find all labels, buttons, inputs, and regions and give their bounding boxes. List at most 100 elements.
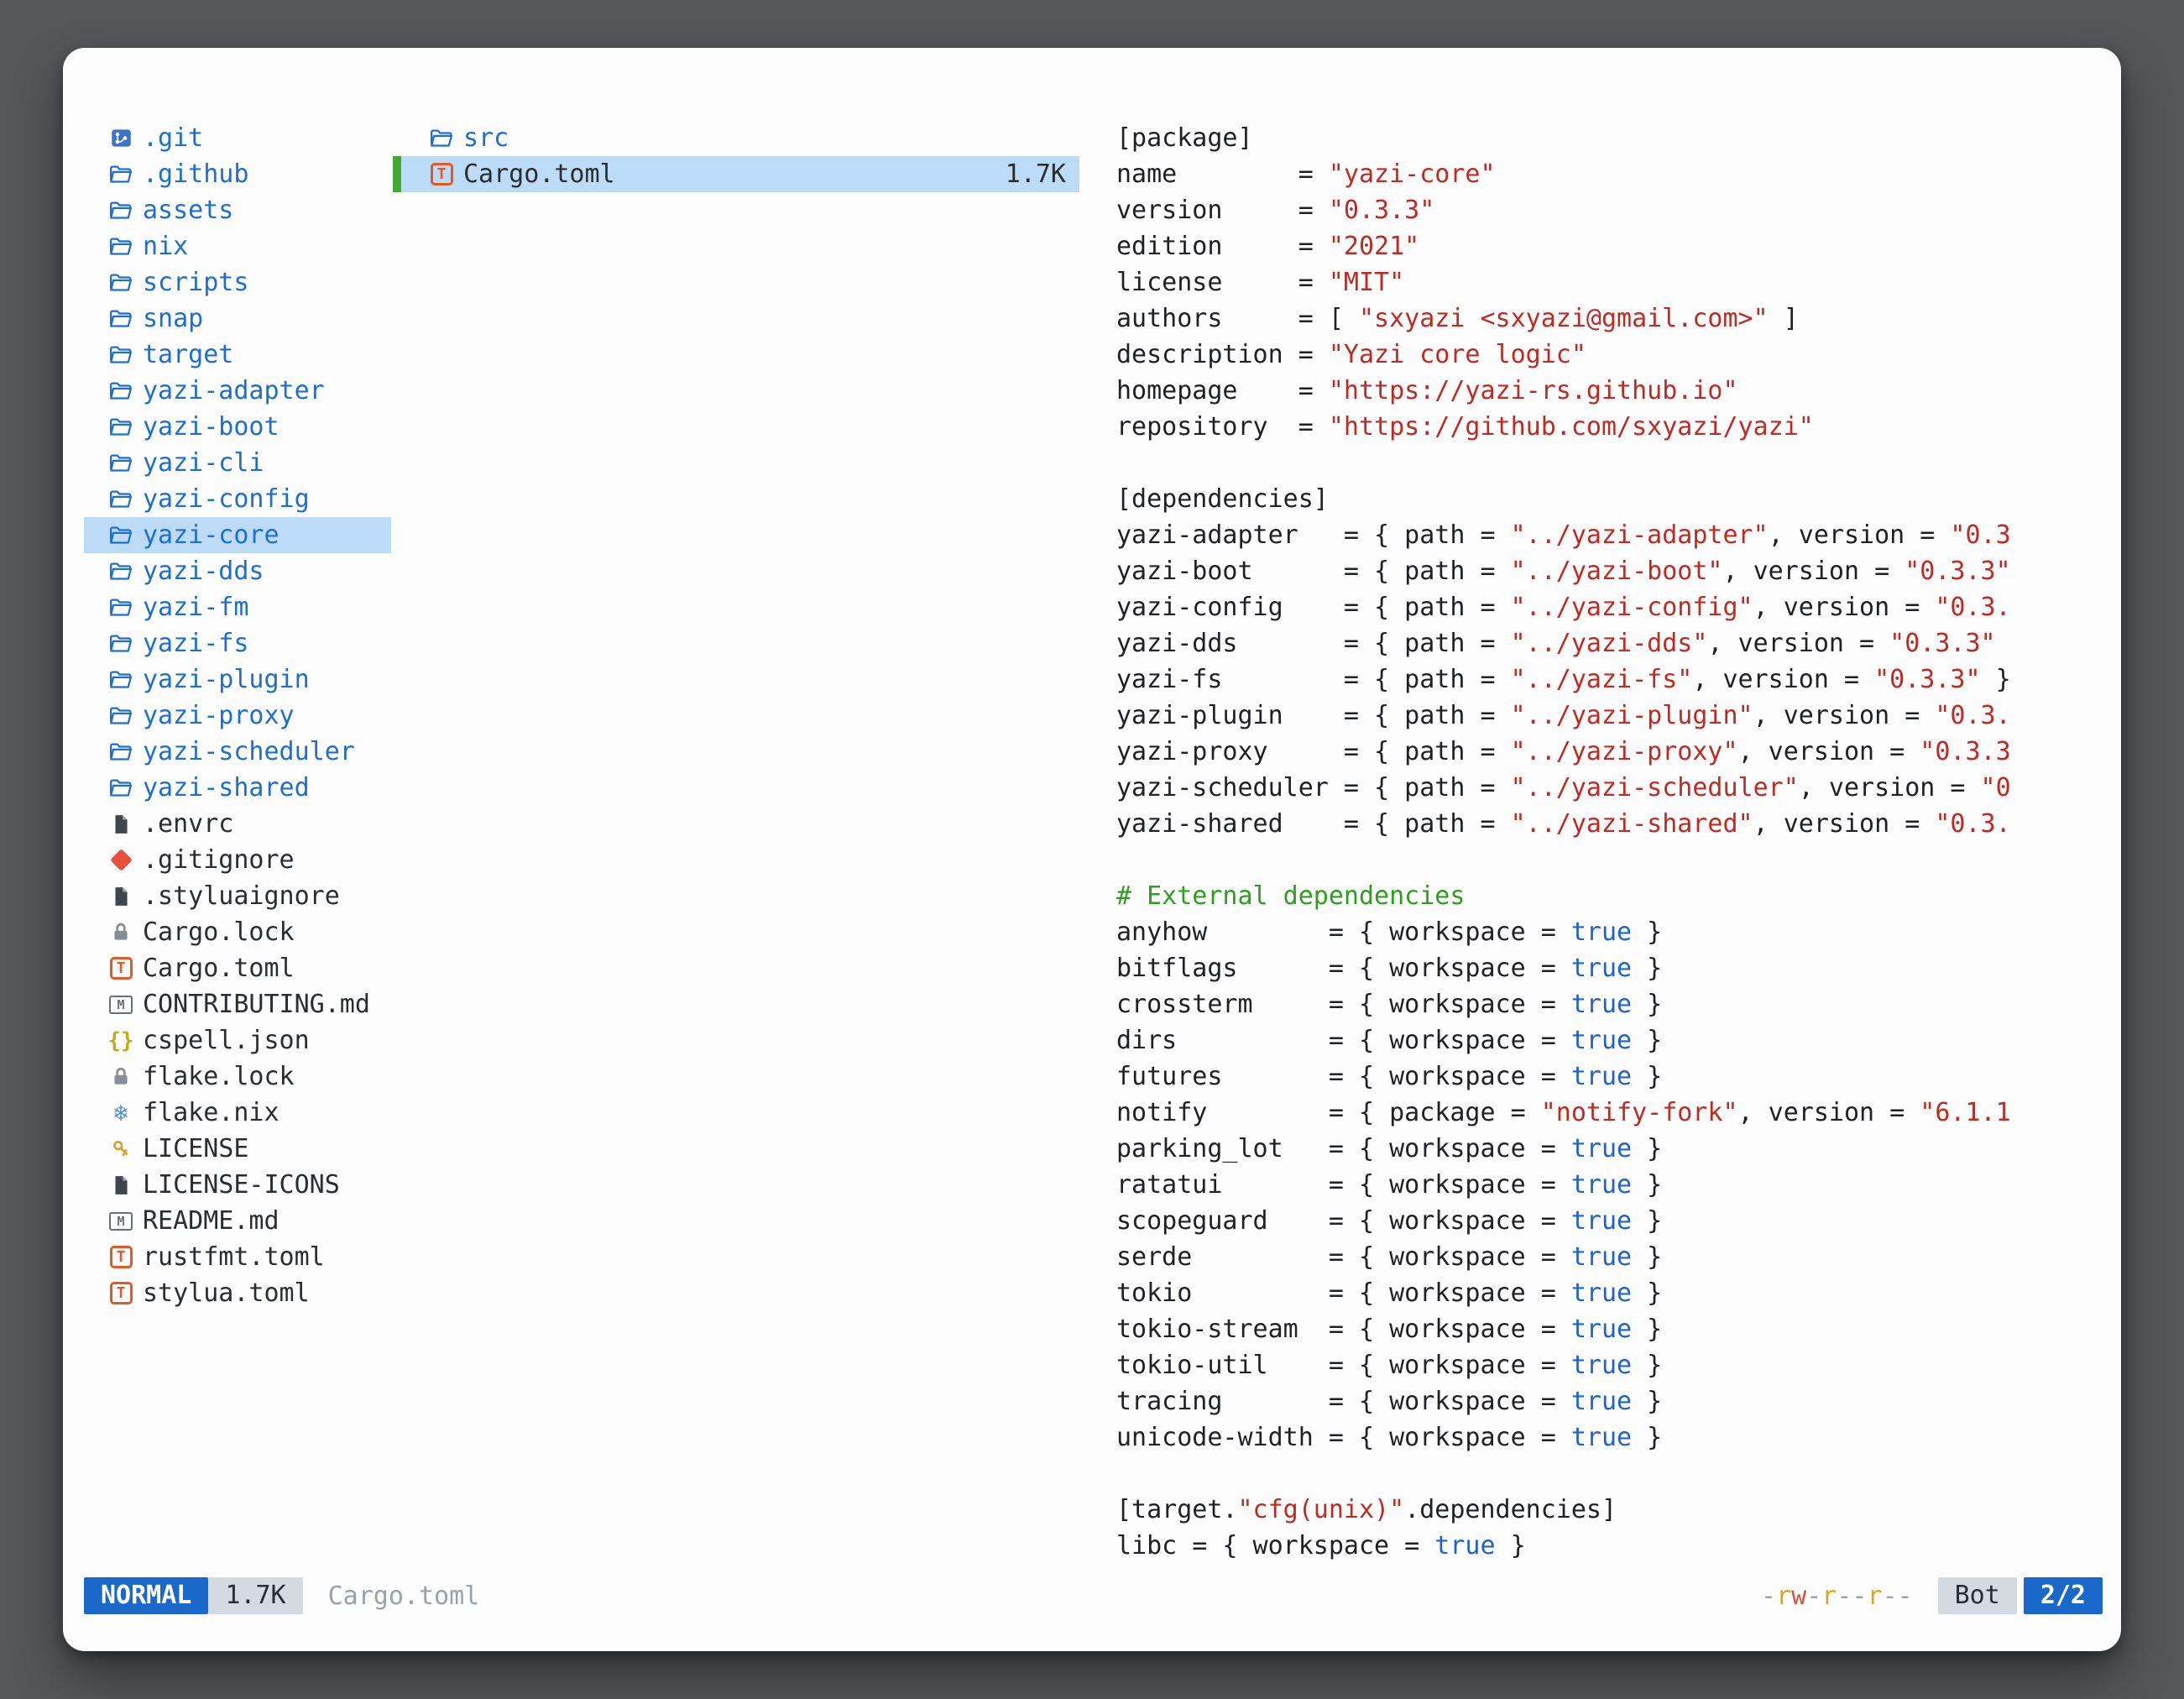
preview-line: anyhow = { workspace = true } [1116,914,2108,950]
current-pane[interactable]: srcTCargo.toml1.7K [393,120,1079,192]
file-item-readme-md[interactable]: M README.md [84,1203,391,1239]
dir-item-github[interactable]: .github [84,156,391,192]
item-label: stylua.toml [143,1278,310,1308]
item-label: README.md [143,1206,280,1236]
preview-pane[interactable]: [package]name = "yazi-core"version = "0.… [1116,120,2108,1572]
dir-item-nix[interactable]: nix [84,228,391,264]
dir-item-target[interactable]: target [84,337,391,373]
preview-line: yazi-dds = { path = "../yazi-dds", versi… [1116,625,2108,661]
item-label: yazi-shared [143,773,310,802]
file-item-license[interactable]: LICENSE [84,1131,391,1167]
folder-icon [106,703,136,729]
item-label: LICENSE [143,1134,248,1163]
folder-icon [106,451,136,476]
dir-item-yazi-proxy[interactable]: yazi-proxy [84,698,391,734]
preview-line: repository = "https://github.com/sxyazi/… [1116,409,2108,445]
folder-icon [106,523,136,548]
item-label: .envrc [143,809,233,839]
page-indicator: 2/2 [2024,1577,2103,1614]
file-item-styluaignore[interactable]: .styluaignore [84,878,391,914]
item-label: Cargo.toml [143,954,295,983]
item-label: cspell.json [143,1026,310,1055]
snowflake-icon: ❄ [106,1101,136,1125]
file-item-rustfmt-toml[interactable]: Trustfmt.toml [84,1239,391,1275]
file-item-license-icons[interactable]: LICENSE-ICONS [84,1167,391,1203]
file-item-cargo-toml[interactable]: TCargo.toml1.7K [393,156,1079,192]
dir-item-yazi-plugin[interactable]: yazi-plugin [84,661,391,698]
file-item-stylua-toml[interactable]: Tstylua.toml [84,1275,391,1311]
file-item-flake-lock[interactable]: flake.lock [84,1059,391,1095]
dir-item-src[interactable]: src [393,120,1079,156]
preview-line: libc = { workspace = true } [1116,1528,2108,1564]
folder-icon [106,342,136,368]
preview-line: yazi-boot = { path = "../yazi-boot", ver… [1116,553,2108,589]
preview-line: version = "0.3.3" [1116,192,2108,228]
dir-item-assets[interactable]: assets [84,192,391,228]
dir-item-yazi-boot[interactable]: yazi-boot [84,409,391,445]
lock-icon [106,1066,136,1088]
markdown-icon: M [106,1212,136,1231]
folder-icon [106,740,136,765]
item-label: yazi-proxy [143,701,295,730]
preview-line: notify = { package = "notify-fork", vers… [1116,1095,2108,1131]
file-item-cargo-toml[interactable]: TCargo.toml [84,950,391,986]
item-label: assets [143,196,233,225]
preview-line: yazi-plugin = { path = "../yazi-plugin",… [1116,698,2108,734]
preview-line: serde = { workspace = true } [1116,1239,2108,1275]
dir-item-git[interactable]: .git [84,120,391,156]
dir-item-yazi-core[interactable]: yazi-core [84,517,391,553]
dir-item-yazi-fs[interactable]: yazi-fs [84,625,391,661]
dir-item-yazi-cli[interactable]: yazi-cli [84,445,391,481]
folder-icon [106,379,136,404]
item-label: yazi-dds [143,557,264,586]
status-bar: NORMAL 1.7K Cargo.toml -rw-r--r-- Bot 2/… [84,1577,2103,1614]
folder-icon [106,487,136,512]
dir-item-yazi-fm[interactable]: yazi-fm [84,589,391,625]
item-label: scripts [143,268,248,297]
dir-item-yazi-adapter[interactable]: yazi-adapter [84,373,391,409]
dir-item-yazi-scheduler[interactable]: yazi-scheduler [84,734,391,770]
file-item-contributing-md[interactable]: M CONTRIBUTING.md [84,986,391,1022]
preview-line: edition = "2021" [1116,228,2108,264]
permissions: -rw-r--r-- [1761,1581,1913,1611]
file-item-cspell-json[interactable]: {} cspell.json [84,1022,391,1059]
file-item-envrc[interactable]: .envrc [84,806,391,842]
preview-line: [package] [1116,120,2108,156]
preview-line: tokio-stream = { workspace = true } [1116,1311,2108,1347]
braces-icon: {} [106,1030,136,1052]
item-label: nix [143,232,188,261]
preview-line: # External dependencies [1116,878,2108,914]
selection-marker [393,156,401,192]
preview-line: homepage = "https://yazi-rs.github.io" [1116,373,2108,409]
folder-icon [106,415,136,440]
dir-item-scripts[interactable]: scripts [84,264,391,301]
preview-line: yazi-adapter = { path = "../yazi-adapter… [1116,517,2108,553]
file-icon [106,1174,136,1196]
preview-line: scopeguard = { workspace = true } [1116,1203,2108,1239]
lock-icon [106,922,136,944]
git-folder-icon [106,127,136,149]
file-item-gitignore[interactable]: .gitignore [84,842,391,878]
item-label: flake.lock [143,1062,295,1091]
toml-icon: T [106,1282,136,1304]
folder-icon [106,198,136,223]
file-item-cargo-lock[interactable]: Cargo.lock [84,914,391,950]
parent-pane[interactable]: .git.githubassetsnixscriptssnaptargetyaz… [84,120,391,1311]
preview-line: bitflags = { workspace = true } [1116,950,2108,986]
item-label: yazi-fm [143,593,248,622]
folder-icon [106,667,136,693]
folder-icon [106,306,136,332]
dir-item-snap[interactable]: snap [84,301,391,337]
markdown-icon: M [106,996,136,1014]
item-label: CONTRIBUTING.md [143,990,370,1019]
key-icon [106,1138,136,1160]
folder-icon [106,270,136,295]
folder-icon [106,559,136,584]
mode-indicator: NORMAL [84,1577,208,1614]
file-item-flake-nix[interactable]: ❄flake.nix [84,1095,391,1131]
dir-item-yazi-shared[interactable]: yazi-shared [84,770,391,806]
dir-item-yazi-dds[interactable]: yazi-dds [84,553,391,589]
preview-line: description = "Yazi core logic" [1116,337,2108,373]
dir-item-yazi-config[interactable]: yazi-config [84,481,391,517]
item-label: yazi-boot [143,412,280,442]
